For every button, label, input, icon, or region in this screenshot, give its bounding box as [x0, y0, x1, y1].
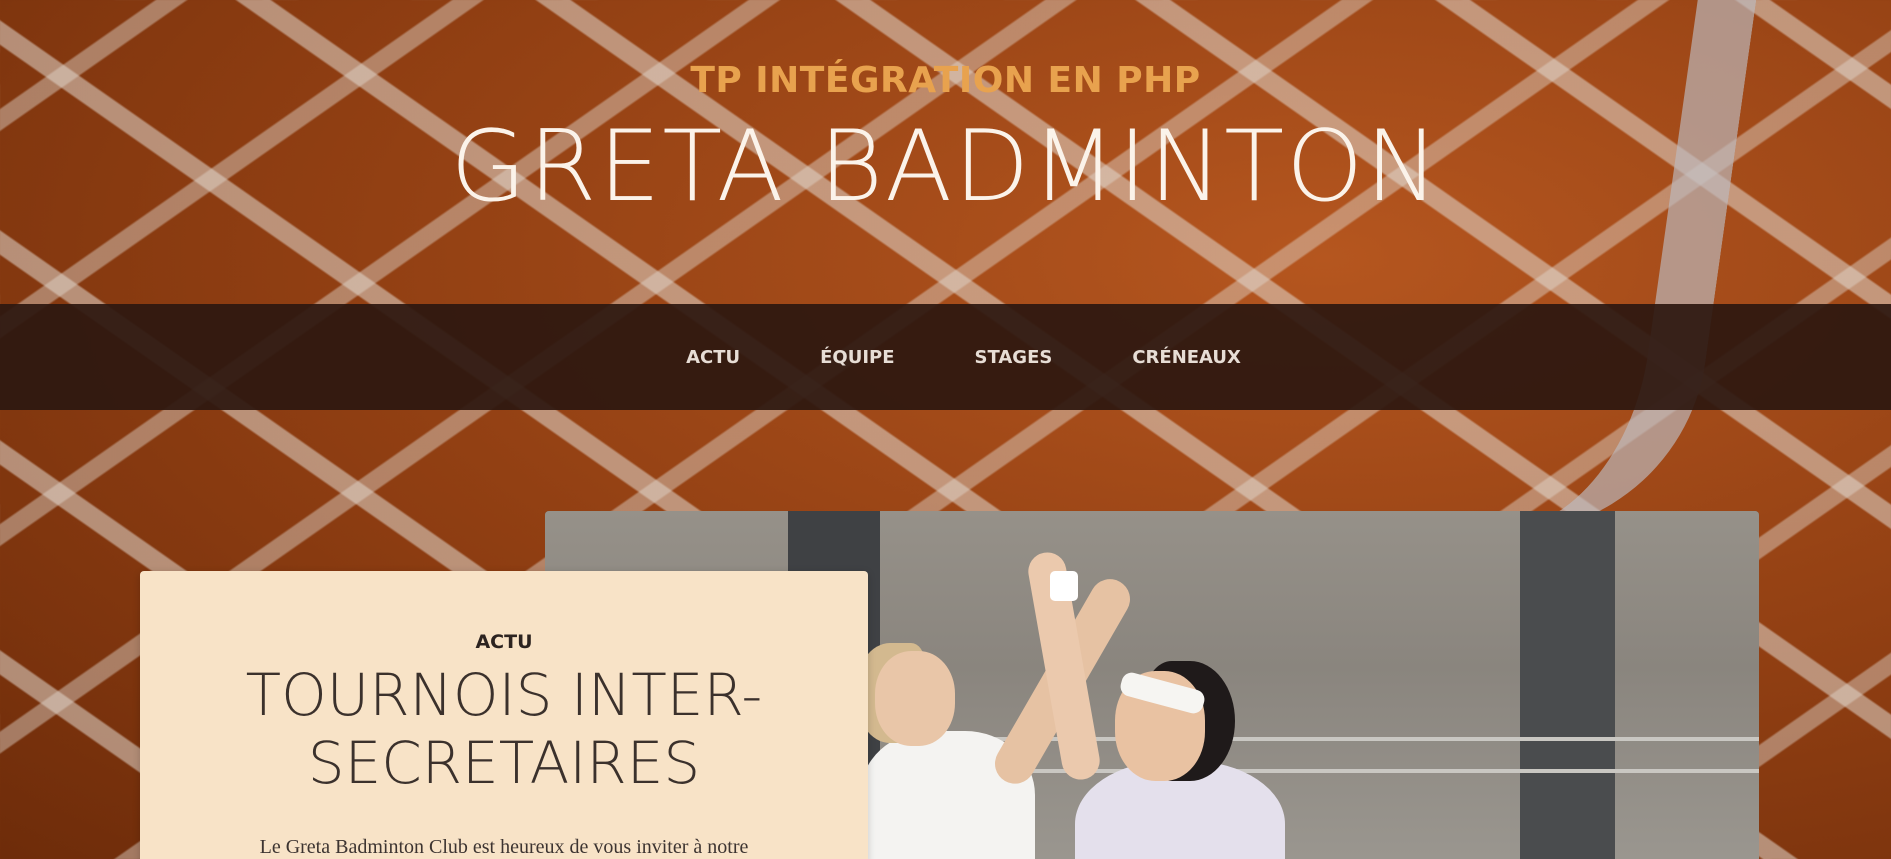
site-header: TP INTÉGRATION EN PHP GRETA BADMINTON	[0, 0, 1891, 304]
article-excerpt: Le Greta Badminton Club est heureux de v…	[259, 836, 749, 858]
nav-item-equipe[interactable]: ÉQUIPE	[780, 347, 934, 368]
article-card: ACTU TOURNOIS INTER-SECRETAIRES Le Greta…	[140, 571, 868, 859]
nav-item-stages[interactable]: STAGES	[935, 347, 1093, 368]
site-subtitle: TP INTÉGRATION EN PHP	[690, 60, 1201, 101]
wristband	[1050, 571, 1078, 601]
article-category: ACTU	[475, 631, 533, 653]
player-left-head	[875, 651, 955, 746]
pillar-right	[1520, 511, 1615, 859]
nav-list: ACTU ÉQUIPE STAGES CRÉNEAUX	[0, 304, 1891, 410]
site-title: GRETA BADMINTON	[450, 110, 1441, 224]
nav-item-creneaux[interactable]: CRÉNEAUX	[1092, 347, 1281, 368]
main-nav: ACTU ÉQUIPE STAGES CRÉNEAUX	[0, 304, 1891, 410]
wall-pipe	[925, 769, 1759, 773]
article-title[interactable]: TOURNOIS INTER-SECRETAIRES	[140, 661, 868, 797]
nav-item-actu[interactable]: ACTU	[646, 347, 780, 368]
